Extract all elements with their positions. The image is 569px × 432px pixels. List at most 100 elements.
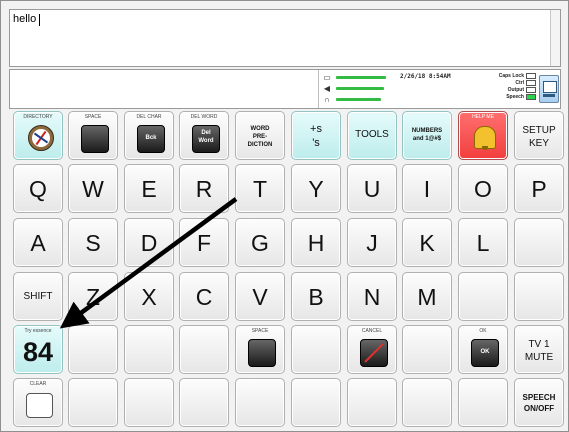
empty-key-r5e[interactable] — [402, 325, 452, 374]
date-time: 2/26/18 8:54AM — [400, 73, 451, 80]
ok-icon: OK — [471, 339, 499, 367]
key-t-label: T — [252, 176, 268, 202]
empty-key-r6b[interactable] — [124, 378, 174, 427]
empty-key-r6d[interactable] — [235, 378, 285, 427]
key-s-label: S — [85, 230, 101, 256]
empty-key-r6e[interactable] — [291, 378, 341, 427]
key-u[interactable]: U — [347, 164, 397, 213]
key-p[interactable]: P — [514, 164, 564, 213]
caps-lock-indicator — [526, 72, 536, 79]
key-g-label: G — [251, 230, 269, 256]
ctrl-label: Ctrl — [515, 79, 524, 86]
empty-key-r5c[interactable] — [179, 325, 229, 374]
compass-icon — [28, 125, 54, 151]
empty-key-r6c[interactable] — [179, 378, 229, 427]
key-f[interactable]: F — [179, 218, 229, 267]
clear-key-label: CLEAR — [29, 381, 47, 387]
speech-onoff-key[interactable]: SPEECH ON/OFF — [514, 378, 564, 427]
try-essence-key[interactable]: Try essence 84 — [13, 325, 63, 374]
help-me-key[interactable]: HELP ME — [458, 111, 508, 160]
keyboard-icon[interactable] — [539, 75, 559, 103]
tv1-mute-key[interactable]: TV 1 MUTE — [514, 325, 564, 374]
key-g[interactable]: G — [235, 218, 285, 267]
clear-key[interactable]: CLEAR — [13, 378, 63, 427]
key-t[interactable]: T — [235, 164, 285, 213]
key-w[interactable]: W — [68, 164, 118, 213]
numbers-key[interactable]: NUMBERS and 1@#$ — [402, 111, 452, 160]
speech-onoff-line2: ON/OFF — [523, 404, 555, 413]
tv1-mute-line1: TV 1 — [528, 339, 550, 350]
message-text: hello — [13, 13, 37, 25]
key-z[interactable]: Z — [68, 272, 118, 321]
text-area-scrollbar[interactable] — [550, 10, 560, 66]
key-a-label: A — [30, 230, 46, 256]
key-e-label: E — [141, 176, 157, 202]
word-prediction-key[interactable]: WORD PRE- DICTION — [235, 111, 285, 160]
key-l-label: L — [476, 230, 490, 256]
key-i[interactable]: I — [402, 164, 452, 213]
empty-key-r6a[interactable] — [68, 378, 118, 427]
speech-indicator — [526, 93, 536, 100]
key-s[interactable]: S — [68, 218, 118, 267]
empty-key-r5b[interactable] — [124, 325, 174, 374]
empty-key-r6h[interactable] — [458, 378, 508, 427]
key-o[interactable]: O — [458, 164, 508, 213]
empty-key-r5d[interactable] — [291, 325, 341, 374]
key-z-label: Z — [85, 284, 101, 310]
numbers-key-line1: NUMBERS — [411, 128, 443, 134]
numbers-key-line2: and 1@#$ — [412, 136, 442, 142]
key-y[interactable]: Y — [291, 164, 341, 213]
key-b[interactable]: B — [291, 272, 341, 321]
speech-label: Speech — [506, 93, 524, 100]
empty-key-r4b[interactable] — [514, 272, 564, 321]
key-x[interactable]: X — [124, 272, 174, 321]
empty-key-r3[interactable] — [514, 218, 564, 267]
backspace-icon-label: Bck — [145, 135, 157, 141]
key-c[interactable]: C — [179, 272, 229, 321]
key-e[interactable]: E — [124, 164, 174, 213]
key-v[interactable]: V — [235, 272, 285, 321]
status-bar: ▭ ◀ ∩ 2/26/18 8:54AM Caps Lock Ctrl Outp… — [9, 69, 561, 109]
delete-word-icon: Del Word — [192, 125, 220, 153]
delete-word-key[interactable]: DEL WORD Del Word — [179, 111, 229, 160]
key-o-label: O — [474, 176, 492, 202]
space-key-bottom[interactable]: SPACE — [235, 325, 285, 374]
empty-key-r5a[interactable] — [68, 325, 118, 374]
backspace-icon: Bck — [137, 125, 165, 153]
empty-key-r4a[interactable] — [458, 272, 508, 321]
key-j[interactable]: J — [347, 218, 397, 267]
key-m[interactable]: M — [402, 272, 452, 321]
plus-s-key[interactable]: +s 's — [291, 111, 341, 160]
directory-key[interactable]: DIRECTORY — [13, 111, 63, 160]
empty-key-r6g[interactable] — [402, 378, 452, 427]
ok-key[interactable]: OK OK — [458, 325, 508, 374]
try-essence-label: Try essence — [24, 328, 52, 334]
speech-onoff-line1: SPEECH — [522, 393, 556, 402]
clear-icon — [26, 393, 53, 418]
key-h[interactable]: H — [291, 218, 341, 267]
help-me-key-label: HELP ME — [472, 114, 494, 120]
key-m-label: M — [417, 284, 437, 310]
key-l[interactable]: L — [458, 218, 508, 267]
tools-key[interactable]: TOOLS — [347, 111, 397, 160]
empty-key-r6f[interactable] — [347, 378, 397, 427]
key-d[interactable]: D — [124, 218, 174, 267]
delete-character-key[interactable]: DEL CHAR Bck — [124, 111, 174, 160]
key-n[interactable]: N — [347, 272, 397, 321]
key-q[interactable]: Q — [13, 164, 63, 213]
setup-key-line1: SETUP — [522, 125, 556, 136]
key-w-label: W — [82, 176, 104, 202]
key-k[interactable]: K — [402, 218, 452, 267]
volume-level-bar — [336, 87, 384, 90]
word-prediction-line1: WORD — [250, 126, 270, 132]
key-r[interactable]: R — [179, 164, 229, 213]
cancel-key[interactable]: CANCEL — [347, 325, 397, 374]
output-indicator — [526, 86, 536, 93]
key-a[interactable]: A — [13, 218, 63, 267]
message-text-area[interactable]: hello — [9, 9, 561, 67]
setup-key[interactable]: SETUP KEY — [514, 111, 564, 160]
lock-indicators: Caps Lock Ctrl Output Speech — [488, 72, 536, 100]
space-key-bottom-label: SPACE — [251, 328, 269, 334]
space-key-top[interactable]: SPACE — [68, 111, 118, 160]
shift-key[interactable]: SHIFT — [13, 272, 63, 321]
